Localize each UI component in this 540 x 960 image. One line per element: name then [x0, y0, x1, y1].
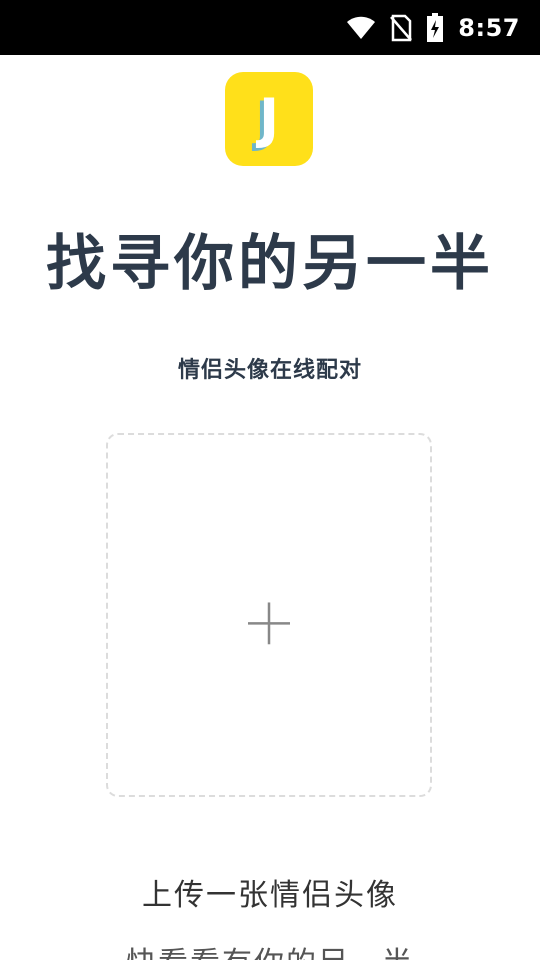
wifi-icon	[346, 16, 376, 40]
page-title: 找寻你的另一半	[46, 229, 494, 299]
status-time: 8:57	[458, 14, 520, 42]
upload-label: 上传一张情侣头像	[142, 878, 398, 913]
page-subtitle: 情侣头像在线配对	[177, 358, 362, 383]
status-icons: 8:57	[346, 10, 520, 46]
hint-text: 快看看有你的另一半	[0, 942, 540, 960]
upload-avatar-button[interactable]	[106, 433, 432, 797]
no-sim-icon	[390, 14, 413, 42]
logo-letter: J	[258, 87, 280, 150]
battery-charging-icon	[426, 13, 444, 43]
app-logo: J	[225, 72, 313, 166]
status-bar: 8:57	[0, 0, 540, 55]
app-screen: 8:57 J 找寻你的另一半 情侣头像在线配对 上传一张情侣头像 快看看有你的另…	[0, 0, 540, 960]
plus-icon	[248, 602, 290, 645]
